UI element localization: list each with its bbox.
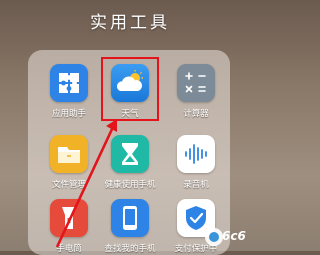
red-arrow-icon <box>55 119 117 248</box>
watermark-brand: 6c6 <box>222 229 246 243</box>
